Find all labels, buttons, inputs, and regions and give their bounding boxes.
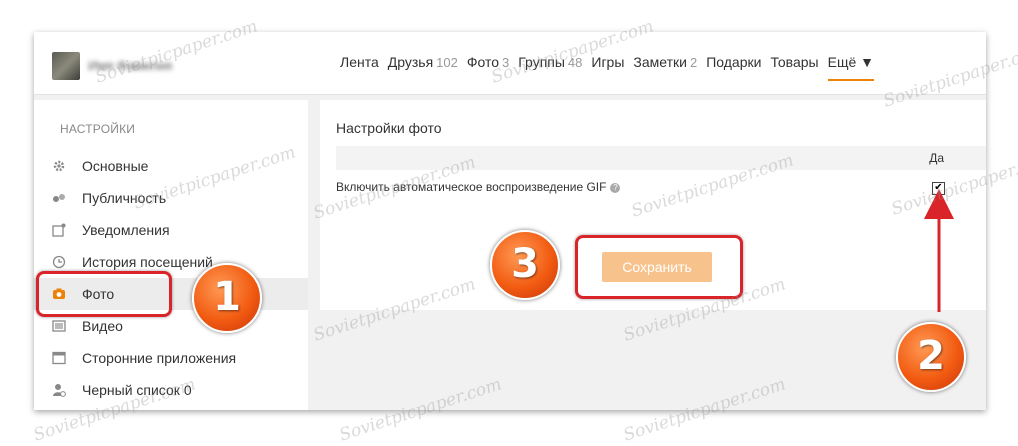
nav-goods[interactable]: Товары <box>770 54 818 81</box>
nav-feed[interactable]: Лента <box>340 54 379 81</box>
nav-friends[interactable]: Друзья 102 <box>388 54 458 81</box>
sidebar-item-apps[interactable]: Сторонние приложения <box>34 342 308 374</box>
step-badge-1: 1 <box>192 263 262 333</box>
blacklist-icon <box>52 383 66 397</box>
main-nav: Лента Друзья 102 Фото 3 Группы 48 Игры Заме… <box>340 54 883 81</box>
column-yes-label: Да <box>929 151 944 165</box>
nav-notes[interactable]: Заметки 2 <box>633 54 697 81</box>
page-title: Настройки фото <box>336 120 442 136</box>
sidebar-item-label: Уведомления <box>82 222 170 238</box>
help-icon[interactable]: ? <box>610 182 621 193</box>
video-icon <box>52 319 66 333</box>
nav-games[interactable]: Игры <box>591 54 624 81</box>
highlight-photo-item <box>36 271 172 317</box>
app-window: Имя Фамилия Лента Друзья 102 Фото 3 Группы… <box>34 32 986 410</box>
sidebar-item-label: Видео <box>82 318 123 334</box>
apps-icon <box>52 351 66 365</box>
sidebar-title: НАСТРОЙКИ <box>60 122 136 136</box>
notification-icon <box>52 223 66 237</box>
nav-more-dropdown[interactable]: Ещё ▼ <box>827 54 874 81</box>
history-icon <box>52 255 66 269</box>
sidebar-item-label: История посещений <box>82 254 213 270</box>
sidebar-item-label: Сторонние приложения <box>82 350 237 366</box>
visibility-icon <box>52 191 66 205</box>
sidebar-item-notifications[interactable]: Уведомления <box>34 214 308 246</box>
user-avatar[interactable] <box>52 52 80 80</box>
highlight-save-button <box>575 235 743 299</box>
sidebar-item-label: Основные <box>82 158 149 174</box>
step-badge-3: 3 <box>490 230 560 300</box>
nav-gifts[interactable]: Подарки <box>706 54 761 81</box>
settings-sidebar: НАСТРОЙКИ Основные Публичность Уведомлен… <box>34 100 308 410</box>
step-badge-2: 2 <box>896 322 966 392</box>
gear-icon <box>52 159 66 173</box>
